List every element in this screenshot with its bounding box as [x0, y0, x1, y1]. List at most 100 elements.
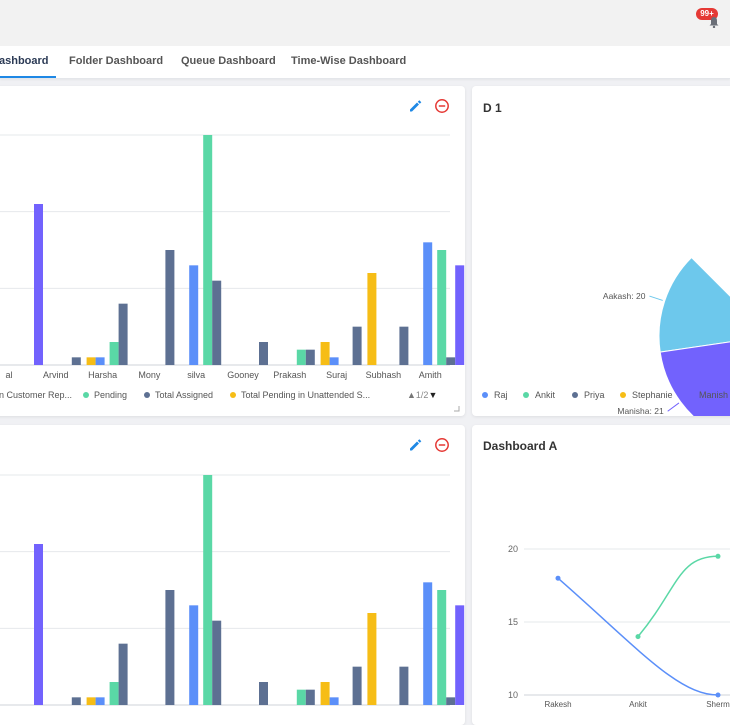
- x-tick-label: Prakash: [273, 370, 306, 380]
- bar: [329, 357, 339, 365]
- bar: [446, 697, 456, 705]
- y-tick-label: 15: [508, 617, 518, 627]
- bar: [305, 689, 315, 705]
- x-tick-label: Gooney: [227, 370, 259, 380]
- bar: [203, 135, 213, 365]
- legend-pager: ▲1/2▼: [407, 390, 438, 400]
- y-tick-label: 20: [508, 544, 518, 554]
- tab-queue-dashboard[interactable]: Queue Dashboard: [181, 55, 276, 67]
- bar: [165, 250, 175, 365]
- legend-item-ankit[interactable]: Ankit: [523, 390, 555, 400]
- x-tick-label: Rakesh: [544, 700, 571, 709]
- legend-item-manish[interactable]: Manish: [687, 390, 728, 400]
- x-tick-label: Arvind: [43, 370, 69, 380]
- legend-dot: [482, 392, 488, 398]
- bar: [71, 697, 81, 705]
- bar-chart-top: al Arvind Harsha Mony silva Gooney Prakash Sura…: [0, 134, 465, 380]
- notifications-button[interactable]: 99+: [696, 8, 730, 30]
- dashboard-tab-bar: ashboard Folder Dashboard Queue Dashboar…: [0, 46, 730, 79]
- legend-item-total-assigned[interactable]: Total Assigned: [144, 390, 213, 400]
- active-tab-indicator: [0, 76, 56, 78]
- bar: [352, 666, 362, 705]
- bar: [320, 682, 330, 705]
- bar: [367, 613, 377, 705]
- legend-prev-page-icon[interactable]: ▲: [407, 390, 416, 400]
- line-chart: 10 15 20 Rakesh Ankit Sherm: [508, 544, 730, 709]
- data-point: [635, 634, 641, 640]
- data-point: [715, 692, 721, 698]
- bar: [296, 689, 306, 705]
- bar-chart-widget-top: al Arvind Harsha Mony silva Gooney Prakash Sura…: [0, 86, 465, 416]
- x-tick-label: Mony: [138, 370, 161, 380]
- pie-slice-label: Manisha: 21: [617, 406, 664, 416]
- bar: [86, 697, 96, 705]
- x-tick-label: silva: [187, 370, 205, 380]
- legend-item-stephanie[interactable]: Stephanie: [620, 390, 673, 400]
- bar: [455, 605, 465, 705]
- bar: [399, 326, 409, 365]
- x-tick-label: Subhash: [366, 370, 402, 380]
- tab-time-wise-dashboard[interactable]: Time-Wise Dashboard: [291, 55, 406, 67]
- x-tick-label: Suraj: [326, 370, 347, 380]
- x-tick-label: Sherm: [706, 700, 730, 709]
- legend-dot: [620, 392, 626, 398]
- tab-folder-dashboard[interactable]: Folder Dashboard: [69, 55, 163, 67]
- bar: [367, 273, 377, 365]
- legend-item-unattended[interactable]: Total Pending in Unattended S...: [230, 390, 370, 400]
- x-tick-label: al: [5, 370, 12, 380]
- top-bar: 99+: [0, 0, 730, 46]
- legend-item-pending[interactable]: Pending: [83, 390, 127, 400]
- bar-chart-legend: n Customer Rep... Pending Total Assigned…: [0, 388, 465, 404]
- legend-item-priya[interactable]: Priya: [572, 390, 605, 400]
- y-tick-label: 10: [508, 690, 518, 700]
- bar: [95, 697, 105, 705]
- bar: [329, 697, 339, 705]
- bar: [118, 303, 128, 365]
- bar: [109, 342, 119, 365]
- x-tick-label: Harsha: [88, 370, 117, 380]
- line-chart-widget: Dashboard A 10 15 20 Rakesh Ankit Sherm: [472, 425, 730, 725]
- pie-label-connector: [667, 402, 680, 412]
- bar: [305, 349, 315, 365]
- bar: [259, 682, 268, 705]
- pie-chart-legend: Raj Ankit Priya Stephanie Manish: [482, 388, 730, 404]
- bar: [189, 265, 199, 365]
- bar: [423, 242, 433, 365]
- bar: [455, 265, 465, 365]
- legend-dot: [83, 392, 89, 398]
- legend-dot: [687, 392, 693, 398]
- bar: [296, 349, 306, 365]
- legend-next-page-icon[interactable]: ▼: [428, 390, 437, 400]
- legend-dot: [230, 392, 236, 398]
- bar: [165, 590, 175, 705]
- bar: [212, 620, 222, 705]
- legend-item-raj[interactable]: Raj: [482, 390, 508, 400]
- pie-chart-widget: D 1 Aakash: 20Manisha: 21Stephanie: 40 R…: [472, 86, 730, 416]
- bar: [86, 357, 96, 365]
- bar: [437, 590, 447, 705]
- resize-handle-icon[interactable]: [454, 406, 460, 412]
- bar: [437, 250, 447, 365]
- pie-label-connector: [649, 295, 663, 301]
- bar: [446, 357, 456, 365]
- tab-dashboard[interactable]: ashboard: [0, 55, 49, 67]
- bar: [118, 643, 128, 705]
- bar: [109, 682, 119, 705]
- bar: [259, 342, 268, 365]
- pie-chart: Aakash: 20Manisha: 21Stephanie: 40: [603, 256, 730, 416]
- legend-item-customer-rep[interactable]: n Customer Rep...: [0, 390, 72, 400]
- data-point: [715, 553, 721, 559]
- bar: [95, 357, 105, 365]
- bar: [320, 342, 330, 365]
- bar: [212, 280, 222, 365]
- bar: [399, 666, 409, 705]
- series-line: [637, 555, 719, 638]
- x-tick-label: Ankit: [629, 700, 648, 709]
- legend-dot: [572, 392, 578, 398]
- bar: [352, 326, 362, 365]
- bar-chart-bottom: [0, 474, 465, 706]
- pie-slice: [658, 256, 730, 353]
- bar: [71, 357, 81, 365]
- legend-dot: [523, 392, 529, 398]
- bar: [203, 475, 213, 705]
